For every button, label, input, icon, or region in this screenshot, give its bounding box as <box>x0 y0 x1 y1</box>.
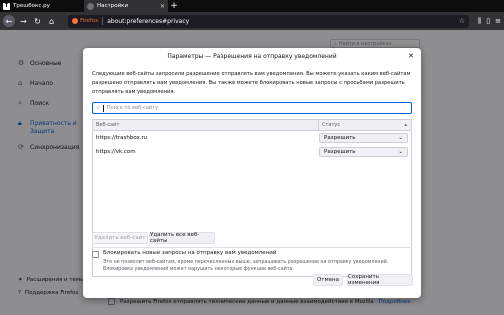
column-header-status[interactable]: Статус ▴ <box>319 120 411 130</box>
site-cell: https://vk.com <box>96 149 136 155</box>
library-icon[interactable]: ⫼ <box>478 17 481 26</box>
block-new-requests-checkbox[interactable] <box>92 251 99 258</box>
tab-strip: T Трешбокс.ру Настройки ✕ + <box>0 0 504 12</box>
column-label: Веб-сайт <box>96 122 120 128</box>
block-new-requests-description: Это не позволит веб-сайтам, кроме перечи… <box>103 260 389 272</box>
divider <box>92 247 412 248</box>
tab-trashbox[interactable]: T Трешбокс.ру <box>0 0 84 12</box>
new-tab-button[interactable]: + <box>168 0 180 12</box>
cancel-button[interactable]: Отмена <box>313 274 343 286</box>
menu-icon[interactable]: ≡ <box>495 17 501 26</box>
status-value: Разрешить <box>324 149 356 155</box>
url-separator <box>102 17 104 25</box>
status-value: Разрешить <box>324 135 356 141</box>
home-button[interactable]: ⌂ <box>46 16 57 27</box>
home-icon: ⌂ <box>48 16 55 26</box>
dialog-header: Параметры — Разрешения на отправку уведо… <box>83 48 421 65</box>
remove-all-sites-button[interactable]: Удалить все веб-сайты <box>149 232 215 244</box>
table-header: Веб-сайт Статус ▴ <box>93 120 411 131</box>
arrow-left-icon: ← <box>5 16 13 26</box>
notification-permissions-dialog: Параметры — Разрешения на отправку уведо… <box>83 48 421 298</box>
tab-settings[interactable]: Настройки ✕ <box>84 0 168 12</box>
remove-site-button[interactable]: Удалить веб-сайт <box>92 232 148 244</box>
url-bar[interactable]: Firefox about:preferences#privacy ☆ <box>68 14 470 28</box>
column-label: Статус <box>322 122 341 128</box>
table-row[interactable]: https://vk.com Разрешить ⌄ <box>93 145 411 159</box>
block-new-requests-row: Блокировать новые запросы на отправку ва… <box>92 250 276 258</box>
column-header-site[interactable]: Веб-сайт <box>93 120 319 130</box>
website-search-input[interactable]: ⌕ Поиск по веб-сайту <box>92 102 412 114</box>
dialog-title: Параметры — Разрешения на отправку уведо… <box>167 53 337 60</box>
tab-label: Настройки <box>97 3 129 9</box>
search-icon: ⌕ <box>97 105 100 111</box>
arrow-right-icon: → <box>20 16 27 26</box>
back-button[interactable]: ← <box>3 15 15 27</box>
firefox-icon <box>87 2 94 10</box>
trashbox-favicon: T <box>3 2 10 10</box>
sidebar-icon[interactable]: ▯ <box>486 17 490 26</box>
sort-arrow-icon: ▴ <box>404 122 407 128</box>
tab-label: Трешбокс.ру <box>13 3 50 9</box>
dialog-description: Следующие веб-сайты запросили разрешение… <box>92 71 411 95</box>
identity-label: Firefox <box>80 18 99 24</box>
chevron-down-icon: ⌄ <box>398 135 403 141</box>
close-tab-icon[interactable]: ✕ <box>160 3 165 10</box>
identity-badge[interactable]: Firefox <box>72 18 98 24</box>
status-select[interactable]: Разрешить ⌄ <box>319 133 408 143</box>
search-placeholder: Поиск по веб-сайту <box>106 105 159 111</box>
forward-button[interactable]: → <box>18 16 29 27</box>
close-icon[interactable]: ✕ <box>408 52 414 60</box>
nav-toolbar: ← → ↻ ⌂ Firefox about:preferences#privac… <box>0 12 504 30</box>
site-cell: https://trashbox.ru <box>96 135 148 141</box>
table-row[interactable]: https://trashbox.ru Разрешить ⌄ <box>93 131 411 145</box>
reload-button[interactable]: ↻ <box>32 16 43 27</box>
url-text[interactable]: about:preferences#privacy <box>107 18 455 25</box>
bookmark-star-icon[interactable]: ☆ <box>459 17 465 25</box>
block-new-requests-label: Блокировать новые запросы на отправку ва… <box>103 250 277 256</box>
firefox-icon <box>72 18 78 24</box>
toolbar-right: ⫼ ▯ ≡ <box>478 17 501 26</box>
save-changes-button[interactable]: Сохранить изменения <box>347 274 413 286</box>
reload-icon: ↻ <box>34 16 41 26</box>
chevron-down-icon: ⌄ <box>398 149 403 155</box>
text-caret <box>102 104 104 112</box>
status-select[interactable]: Разрешить ⌄ <box>319 147 408 157</box>
